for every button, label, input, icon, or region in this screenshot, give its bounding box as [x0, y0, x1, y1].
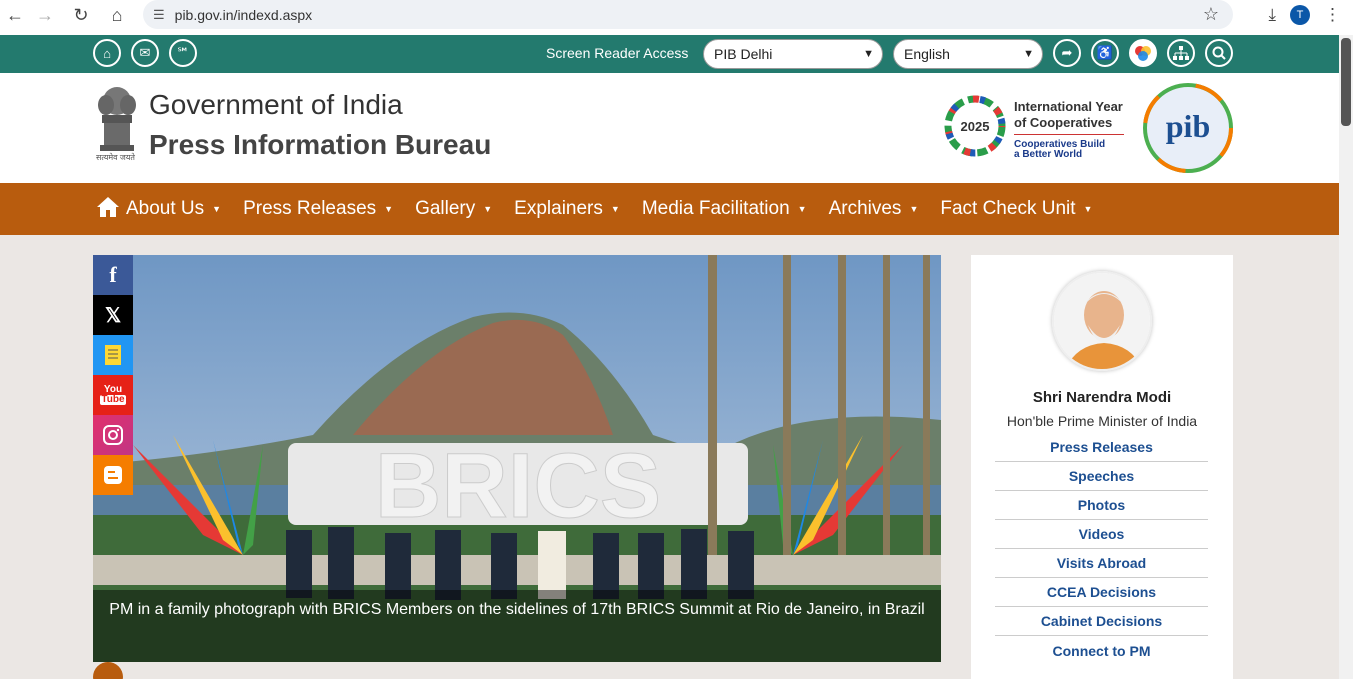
- nav-label: Media Facilitation: [641, 198, 790, 219]
- chevron-down-icon: ▼: [1023, 48, 1034, 60]
- accessibility-icon[interactable]: ♿: [1091, 39, 1119, 67]
- language-select[interactable]: English ▼: [893, 39, 1043, 69]
- scrollbar-thumb[interactable]: [1341, 38, 1351, 126]
- instagram-icon[interactable]: [93, 415, 133, 455]
- iyc-title-line1: International Year: [1014, 99, 1123, 114]
- reload-icon[interactable]: ↻: [66, 0, 96, 30]
- nav-gallery[interactable]: Gallery ▼: [415, 198, 492, 220]
- page-scrollbar[interactable]: [1339, 35, 1353, 679]
- pm-links-list: Press Releases Speeches Photos Videos Vi…: [995, 433, 1208, 665]
- brics-sign-text: BRICS: [375, 435, 661, 537]
- nav-label: Archives: [828, 198, 902, 219]
- pm-link-press-releases[interactable]: Press Releases: [995, 433, 1208, 462]
- chevron-down-icon: ▼: [797, 204, 807, 214]
- back-icon[interactable]: ←: [0, 0, 30, 30]
- site-info-icon[interactable]: ☰: [153, 7, 165, 23]
- koo-icon[interactable]: [93, 335, 133, 375]
- home-icon[interactable]: ⌂: [102, 0, 132, 30]
- forward-icon[interactable]: →: [30, 0, 60, 30]
- hero-slider[interactable]: BRICS PM in a family photograph with BRI…: [93, 255, 941, 662]
- nav-label: Gallery: [415, 198, 476, 219]
- iyc-tagline-line2: a Better World: [1014, 149, 1083, 160]
- chevron-down-icon: ▼: [1083, 204, 1093, 214]
- language-select-value: English: [904, 46, 950, 62]
- gov-title: Government of India: [149, 89, 403, 120]
- address-bar[interactable]: ☰ pib.gov.in/indexd.aspx ☆: [143, 0, 1233, 29]
- x-icon[interactable]: 𝕏: [93, 295, 133, 335]
- pm-link-ccea-decisions[interactable]: CCEA Decisions: [995, 578, 1208, 607]
- blogger-icon[interactable]: [93, 455, 133, 495]
- chevron-down-icon: ▼: [483, 204, 493, 214]
- bookmark-star-icon[interactable]: ☆: [1203, 4, 1219, 25]
- browser-toolbar: ← → ↻ ⌂ ☰ pib.gov.in/indexd.aspx ☆ ⤓ T ⋮: [0, 0, 1353, 35]
- browser-actions: ⤓ T ⋮: [1268, 0, 1341, 29]
- pm-name: Shri Narendra Modi: [1032, 389, 1172, 406]
- chevron-down-icon: ▼: [212, 204, 222, 214]
- region-select[interactable]: PIB Delhi ▼: [703, 39, 883, 69]
- pm-link-connect-to-pm[interactable]: Connect to PM: [995, 636, 1208, 665]
- rss-icon[interactable]: ℠: [169, 39, 197, 67]
- search-icon[interactable]: [1205, 39, 1233, 67]
- home-icon[interactable]: ⌂: [93, 39, 121, 67]
- divider: [1014, 134, 1124, 135]
- color-contrast-icon[interactable]: [1129, 39, 1157, 67]
- pm-link-videos[interactable]: Videos: [995, 520, 1208, 549]
- pib-logo-text: pib: [1166, 108, 1210, 144]
- social-sidebar: f 𝕏 You Tube: [93, 255, 133, 495]
- nav-label: About Us: [126, 198, 205, 219]
- chevron-down-icon: ▼: [863, 48, 874, 60]
- share-icon[interactable]: ➦: [1053, 39, 1081, 67]
- pm-panel: Shri Narendra Modi Hon'ble Prime Ministe…: [971, 255, 1233, 679]
- chevron-down-icon: ▼: [909, 204, 919, 214]
- pm-avatar[interactable]: [1052, 271, 1152, 371]
- iyc-logo[interactable]: 2025: [944, 93, 1006, 163]
- nav-press-releases[interactable]: Press Releases ▼: [243, 198, 393, 220]
- chevron-down-icon: ▼: [610, 204, 620, 214]
- profile-avatar[interactable]: T: [1290, 4, 1310, 25]
- nav-label: Fact Check Unit: [940, 198, 1076, 219]
- bureau-title[interactable]: Press Information Bureau: [149, 129, 491, 161]
- url-text: pib.gov.in/indexd.aspx: [174, 6, 313, 23]
- screen-reader-link[interactable]: Screen Reader Access: [546, 45, 688, 61]
- emblem-caption: सत्यमेव जयते: [96, 153, 135, 162]
- nav-about-us[interactable]: About Us ▼: [126, 198, 221, 220]
- nav-label: Press Releases: [243, 198, 377, 219]
- pm-role: Hon'ble Prime Minister of India: [1006, 413, 1198, 429]
- pm-link-visits-abroad[interactable]: Visits Abroad: [995, 549, 1208, 578]
- slider-pause-button[interactable]: [93, 662, 123, 679]
- iyc-year: 2025: [961, 119, 990, 134]
- mail-icon[interactable]: ✉: [131, 39, 159, 67]
- home-icon[interactable]: [96, 196, 120, 223]
- slide-caption[interactable]: PM in a family photograph with BRICS Mem…: [93, 599, 941, 621]
- nav-fact-check-unit[interactable]: Fact Check Unit ▼: [940, 198, 1092, 220]
- nav-explainers[interactable]: Explainers ▼: [514, 198, 620, 220]
- pm-link-speeches[interactable]: Speeches: [995, 462, 1208, 491]
- menu-kebab-icon[interactable]: ⋮: [1324, 5, 1341, 25]
- nav-media-facilitation[interactable]: Media Facilitation ▼: [642, 198, 807, 220]
- region-select-value: PIB Delhi: [714, 46, 773, 62]
- facebook-icon[interactable]: f: [93, 255, 133, 295]
- site-header: सत्यमेव जयते Government of India Press I…: [0, 73, 1339, 183]
- iyc-title-line2: of Cooperatives: [1014, 115, 1113, 130]
- sitemap-icon[interactable]: [1167, 39, 1195, 67]
- pm-link-photos[interactable]: Photos: [995, 491, 1208, 520]
- main-nav: About Us ▼ Press Releases ▼ Gallery ▼ Expla…: [0, 183, 1339, 235]
- youtube-icon[interactable]: You Tube: [93, 375, 133, 415]
- nav-archives[interactable]: Archives ▼: [829, 198, 919, 220]
- utility-bar: ⌂ ✉ ℠ Screen Reader Access PIB Delhi ▼ E…: [0, 35, 1339, 73]
- chevron-down-icon: ▼: [384, 204, 394, 214]
- pib-logo[interactable]: pib: [1142, 83, 1234, 173]
- national-emblem-icon: [94, 83, 140, 163]
- download-icon[interactable]: ⤓: [1268, 5, 1276, 25]
- pm-link-cabinet-decisions[interactable]: Cabinet Decisions: [995, 607, 1208, 636]
- nav-label: Explainers: [514, 198, 603, 219]
